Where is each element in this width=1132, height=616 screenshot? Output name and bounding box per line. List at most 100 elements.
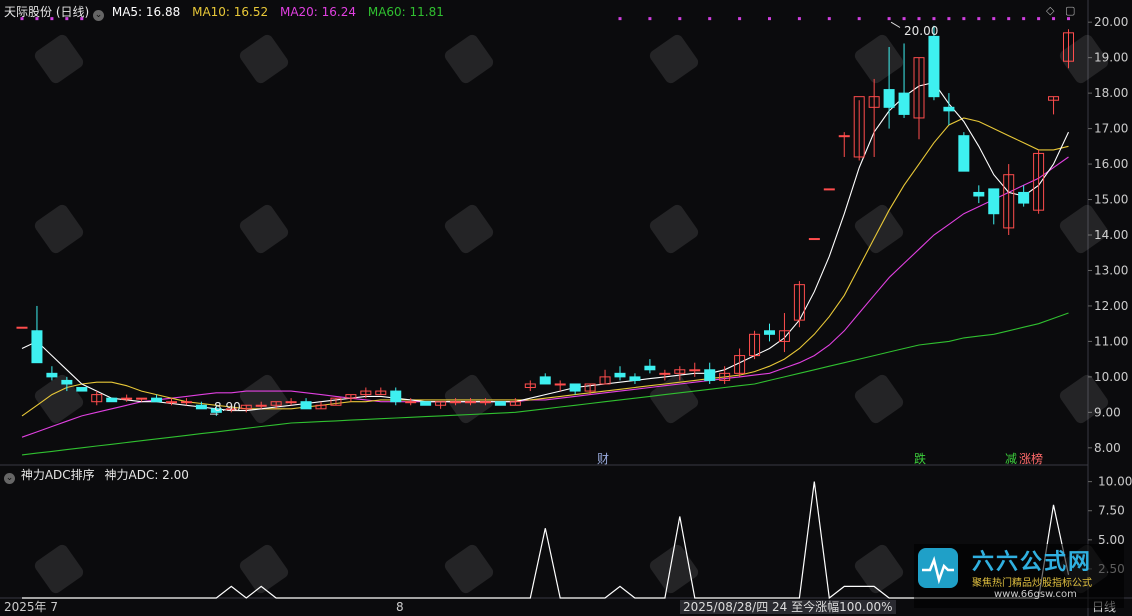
candle-body bbox=[958, 135, 970, 172]
candle-body bbox=[764, 330, 775, 335]
candle-body bbox=[973, 191, 985, 197]
candle-body bbox=[420, 401, 432, 406]
signal-dot bbox=[947, 17, 951, 21]
y-tick-label: 16.00 bbox=[1094, 157, 1128, 171]
watermark-tile bbox=[444, 374, 494, 424]
candle-body bbox=[689, 369, 701, 372]
chart-window: 20.00 19.00 18.00 17.00 16.00 15.00 14.00 13.00… bbox=[0, 0, 1132, 616]
watermark-tile bbox=[649, 34, 699, 84]
ma10-legend: MA10: 16.52 bbox=[192, 5, 269, 19]
signal-dot bbox=[1037, 17, 1041, 21]
candle-body bbox=[704, 369, 716, 381]
candle-body bbox=[943, 106, 955, 112]
candle-body bbox=[61, 379, 73, 385]
candle-body bbox=[300, 401, 312, 410]
candle-body bbox=[554, 383, 566, 386]
candle-body bbox=[614, 372, 626, 378]
stock-title[interactable]: 天际股份 (日线) bbox=[4, 5, 89, 19]
signal-dot bbox=[678, 17, 682, 21]
signal-dot bbox=[962, 17, 966, 21]
y-tick-label: 15.00 bbox=[1094, 193, 1128, 207]
candle-body bbox=[76, 387, 88, 392]
signal-dot bbox=[738, 17, 742, 21]
signal-dot bbox=[932, 17, 936, 21]
sub-indicator-value: 神力ADC: 2.00 bbox=[104, 468, 189, 482]
candle-body bbox=[928, 35, 940, 98]
watermark-tile bbox=[239, 544, 289, 594]
watermark-tile bbox=[854, 34, 904, 84]
candle-body bbox=[390, 390, 402, 403]
y-tick-label: 10.00 bbox=[1098, 475, 1132, 489]
watermark-tile bbox=[1059, 34, 1109, 84]
marker-die[interactable]: 跌 bbox=[914, 450, 926, 467]
marker-zhangbang[interactable]: 涨榜 bbox=[1019, 450, 1043, 467]
candle-body bbox=[195, 404, 207, 410]
marker-jian[interactable]: 减 bbox=[1005, 450, 1017, 467]
watermark-tile bbox=[239, 374, 289, 424]
y-tick-label: 18.00 bbox=[1094, 86, 1128, 100]
signal-dot bbox=[708, 17, 712, 21]
watermark-tile bbox=[854, 374, 904, 424]
candle-body bbox=[644, 365, 656, 371]
candle-body bbox=[838, 135, 850, 138]
signal-dot bbox=[648, 17, 652, 21]
signal-dot bbox=[1007, 17, 1011, 21]
watermark-tile bbox=[444, 34, 494, 84]
signal-dot bbox=[887, 17, 891, 21]
signal-dot bbox=[857, 17, 861, 21]
watermark-tile bbox=[444, 204, 494, 254]
candle-body bbox=[255, 404, 267, 407]
candle-body bbox=[46, 372, 58, 378]
chart-canvas: 20.0019.0018.0017.0016.0015.0014.0013.00… bbox=[0, 0, 1132, 616]
x-axis-month-label: 8 bbox=[396, 600, 404, 614]
ma60-legend: MA60: 11.81 bbox=[367, 5, 444, 19]
candle-body bbox=[494, 401, 506, 406]
collapse-icon[interactable]: ⌄ bbox=[4, 473, 15, 484]
candle-body bbox=[405, 401, 417, 404]
signal-dot bbox=[977, 17, 981, 21]
x-axis-start-label: 2025年 7 bbox=[4, 600, 58, 614]
brand-logo: 六六公式网 聚焦热门精品炒股指标公式 www.66gsw.com bbox=[914, 544, 1124, 608]
signal-dot bbox=[902, 17, 906, 21]
low-price-label: 8.90 bbox=[214, 400, 241, 414]
candle-body bbox=[988, 188, 1000, 215]
logo-mark-icon bbox=[918, 548, 958, 588]
signal-dot bbox=[797, 17, 801, 21]
chart-header: 天际股份 (日线) ⌄ MA5: 16.88 MA10: 16.52 MA20:… bbox=[4, 5, 444, 21]
watermark-tile bbox=[1059, 204, 1109, 254]
y-tick-label: 17.00 bbox=[1094, 122, 1128, 136]
y-tick-label: 10.00 bbox=[1094, 370, 1128, 384]
sub-indicator-title[interactable]: 神力ADC排序 bbox=[21, 468, 95, 482]
candle-body bbox=[31, 330, 43, 364]
candle-body bbox=[121, 397, 133, 400]
candle-body bbox=[106, 397, 118, 403]
brand-url: www.66gsw.com bbox=[994, 589, 1077, 600]
watermark-tile bbox=[34, 34, 84, 84]
collapse-icon[interactable]: ⌄ bbox=[93, 10, 105, 21]
brand-name: 六六公式网 bbox=[972, 550, 1093, 575]
y-tick-label: 11.00 bbox=[1094, 334, 1128, 348]
marker-cai[interactable]: 财 bbox=[597, 450, 609, 467]
zoom-icon[interactable]: ▢ bbox=[1065, 4, 1075, 18]
brand-slogan: 聚焦热门精品炒股指标公式 bbox=[972, 578, 1092, 589]
candle-body bbox=[465, 401, 476, 404]
high-price-label: 20.00 bbox=[904, 24, 939, 38]
settings-diamond-icon[interactable]: ◇ bbox=[1046, 4, 1054, 18]
ma5-line bbox=[21, 81, 1069, 412]
candle-body bbox=[479, 401, 491, 404]
y-tick-label: 20.00 bbox=[1094, 15, 1128, 29]
candle-body bbox=[823, 188, 835, 191]
candle-body bbox=[136, 397, 148, 400]
candle-body bbox=[285, 401, 297, 404]
candle-body bbox=[629, 376, 641, 381]
signal-dot bbox=[827, 17, 831, 21]
y-tick-label: 13.00 bbox=[1094, 263, 1128, 277]
candle-body bbox=[539, 376, 551, 385]
candle-body bbox=[569, 383, 581, 392]
signal-dot bbox=[917, 17, 921, 21]
candle-body bbox=[450, 401, 462, 404]
watermark-tile bbox=[239, 204, 289, 254]
watermark-tile bbox=[854, 544, 904, 594]
watermark-tile bbox=[444, 544, 494, 594]
watermark-tile bbox=[649, 204, 699, 254]
